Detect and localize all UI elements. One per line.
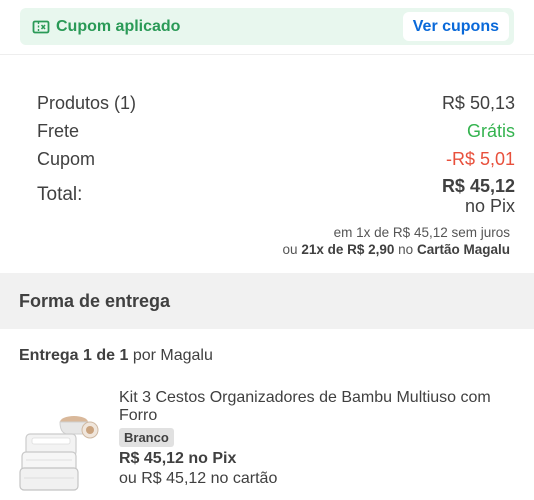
product-price-pix: R$ 45,12 no Pix — [119, 450, 237, 467]
coupon-discount-label: Cupom — [37, 149, 96, 169]
delivery-section-header: Forma de entrega — [0, 273, 534, 329]
product-thumbnail[interactable] — [18, 408, 102, 492]
installment-prefix: ou — [282, 242, 298, 257]
coupon-status: Cupom aplicado — [32, 18, 180, 36]
installment-line-1: em 1x de R$ 45,12 sem juros — [333, 225, 510, 240]
shipment-count: Entrega 1 de 1 — [19, 347, 129, 364]
installment-card: Cartão Magalu — [416, 242, 510, 257]
coupon-discount-row: Cupom -R$ 5,01 — [37, 149, 515, 170]
total-label: Total: — [37, 184, 83, 205]
shipment-seller: por Magalu — [132, 347, 213, 364]
installment-info: em 1x de R$ 45,12 sem juros ou 21x de R$… — [283, 224, 510, 258]
shipping-value: Grátis — [466, 121, 515, 141]
products-label: Produtos (1) — [37, 93, 137, 113]
product-variant-badge: Branco — [119, 428, 174, 447]
total-payment-method: no Pix — [464, 196, 515, 216]
products-row: Produtos (1) R$ 50,13 — [37, 93, 515, 114]
total-value: R$ 45,12 — [441, 176, 515, 196]
installment-plan: 21x de R$ 2,90 — [301, 242, 395, 257]
product-name[interactable]: Kit 3 Cestos Organizadores de Bambu Mult… — [119, 389, 514, 425]
products-value: R$ 50,13 — [441, 93, 515, 113]
installment-line-2: ou 21x de R$ 2,90 no Cartão Magalu — [283, 241, 510, 258]
divider — [0, 54, 534, 55]
shipping-row: Frete Grátis — [37, 121, 515, 142]
shipping-label: Frete — [37, 121, 80, 141]
coupon-discount-value: -R$ 5,01 — [445, 149, 515, 169]
shipment-label: Entrega 1 de 1 por Magalu — [19, 347, 213, 365]
view-coupons-button[interactable]: Ver cupons — [402, 12, 509, 41]
installment-mid: no — [398, 242, 414, 257]
delivery-section-title: Forma de entrega — [19, 290, 171, 311]
coupon-applied-label: Cupom aplicado — [56, 17, 181, 35]
product-price-card: ou R$ 45,12 no cartão — [119, 470, 278, 487]
ticket-icon — [32, 18, 50, 36]
coupon-applied-bar: Cupom aplicado Ver cupons — [20, 8, 514, 45]
